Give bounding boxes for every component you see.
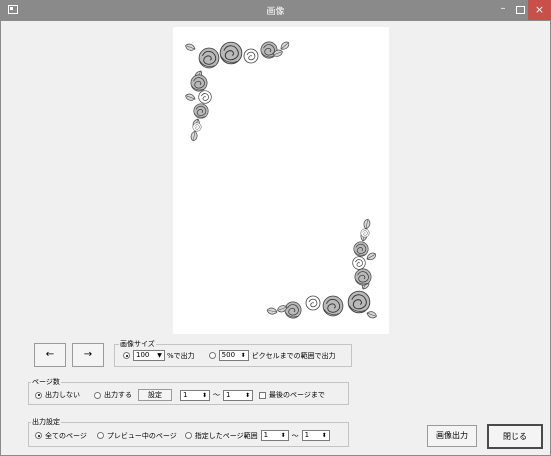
page-from-value: 1 [183, 390, 188, 399]
spin-arrows-icon[interactable]: ⬍ [320, 431, 329, 440]
export-image-button[interactable]: 画像出力 [427, 425, 477, 447]
image-size-group: 画像サイズ 100 ▼ %で出力 500 ⬍ ピクセルまでの範囲で出力 [114, 339, 352, 367]
next-page-button[interactable]: → [72, 343, 104, 367]
percent-select[interactable]: 100 ▼ [133, 350, 165, 361]
minimize-button[interactable]: – [493, 0, 513, 20]
page-to-value: 1 [226, 390, 231, 399]
range-to-value: 1 [304, 431, 310, 439]
bottom-right-roses [266, 218, 378, 320]
page-from-spinner[interactable]: 1 ⬍ [180, 389, 210, 401]
pixel-radio[interactable] [208, 352, 216, 359]
page-count-group: ページ数 出力しない 出力する 設定 1 ⬍ ～ 1 ⬍ 最後のページまで [28, 377, 349, 405]
range-separator: ～ [291, 431, 299, 440]
spin-arrows-icon[interactable]: ⬍ [239, 351, 248, 360]
image-preview [173, 27, 389, 334]
prev-page-button[interactable]: ← [34, 343, 66, 367]
close-button[interactable]: 閉じる [487, 424, 543, 449]
image-size-legend: 画像サイズ [119, 339, 156, 349]
no-output-label: 出力しない [45, 391, 80, 399]
page-range-label: 指定したページ範囲 [194, 431, 258, 440]
title-bar: 画像 – × [0, 0, 551, 20]
output-setting-group: 出力設定 全てのページ プレビュー中のページ 指定したページ範囲 1 ⬍ ～ 1… [28, 417, 349, 447]
page-to-spinner[interactable]: 1 ⬍ [223, 389, 253, 401]
close-window-button[interactable]: × [528, 0, 551, 20]
percent-suffix: %で出力 [167, 351, 195, 360]
preview-page-label: プレビュー中のページ [106, 431, 177, 440]
no-output-radio[interactable] [35, 391, 42, 399]
dropdown-arrow-icon: ▼ [157, 352, 162, 359]
output-setting-legend: 出力設定 [31, 417, 61, 427]
percent-radio[interactable] [123, 352, 130, 359]
maximize-button[interactable] [513, 0, 527, 20]
page-range-radio[interactable] [184, 432, 192, 439]
range-from-value: 1 [263, 431, 269, 439]
pixel-suffix: ピクセルまでの範囲で出力 [251, 351, 336, 360]
range-separator: ～ [213, 391, 220, 399]
page-count-legend: ページ数 [31, 377, 61, 387]
top-left-roses [184, 39, 291, 142]
output-radio[interactable] [94, 391, 101, 399]
pixel-value: 500 [221, 351, 236, 359]
all-pages-label: 全てのページ [45, 431, 87, 440]
setting-button[interactable]: 設定 [138, 389, 172, 401]
last-page-checkbox[interactable] [259, 391, 266, 399]
rose-frame-image [184, 39, 378, 320]
range-to-spinner[interactable]: 1 ⬍ [301, 430, 330, 441]
preview-page-radio[interactable] [96, 432, 104, 439]
pixel-spinner[interactable]: 500 ⬍ [218, 350, 249, 361]
all-pages-radio[interactable] [35, 432, 42, 439]
spin-arrows-icon[interactable]: ⬍ [279, 431, 288, 440]
output-label: 出力する [104, 391, 132, 399]
last-page-label: 最後のページまで [269, 391, 325, 399]
spin-arrows-icon[interactable]: ⬍ [200, 391, 209, 400]
range-from-spinner[interactable]: 1 ⬍ [260, 430, 289, 441]
maximize-icon [515, 6, 525, 14]
percent-value: 100 [136, 351, 150, 359]
window-title: 画像 [266, 7, 285, 17]
spin-arrows-icon[interactable]: ⬍ [243, 391, 252, 400]
